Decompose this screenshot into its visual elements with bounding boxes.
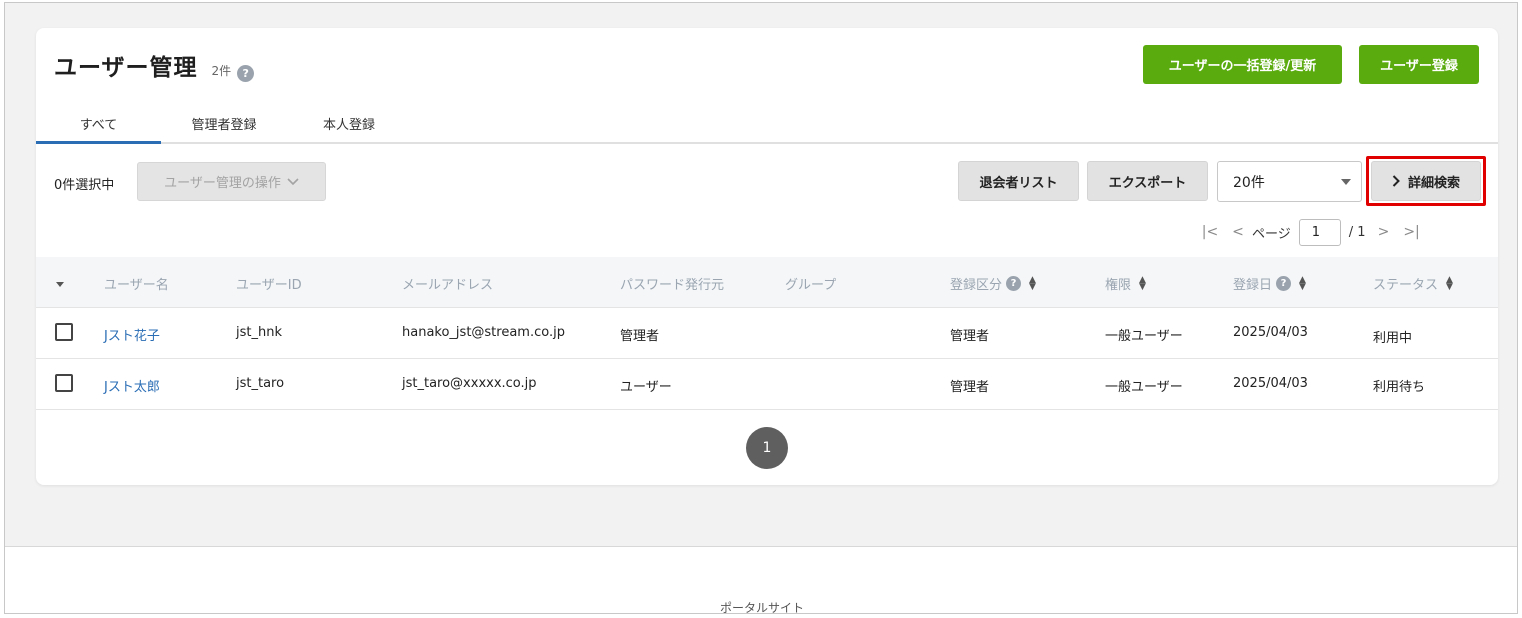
col-email: メールアドレス <box>402 278 494 293</box>
registered-date-cell: 2025/04/03 <box>1233 376 1308 391</box>
table-row: Jスト花子 jst_hnk hanako_jst@stream.co.jp 管理… <box>36 308 1498 359</box>
bulk-register-button[interactable]: ユーザーの一括登録/更新 <box>1143 45 1342 84</box>
first-page-icon[interactable]: |< <box>1196 224 1224 240</box>
status-cell: 利用待ち <box>1373 380 1426 395</box>
registration-type-cell: 管理者 <box>950 329 990 344</box>
row-checkbox[interactable] <box>55 323 73 341</box>
prev-page-icon[interactable]: < <box>1224 224 1252 240</box>
col-password-issuer: パスワード発行元 <box>620 278 725 293</box>
page-size-value: 20件 <box>1233 174 1265 191</box>
page-size-select[interactable]: 20件 <box>1217 161 1362 202</box>
col-permission[interactable]: 権限 ▲ ▼ <box>1105 274 1146 293</box>
col-group: グループ <box>785 278 837 293</box>
caret-down-icon <box>1341 179 1351 185</box>
top-pager: |< < ページ / 1 > >| <box>1196 218 1426 246</box>
operations-label: ユーザー管理の操作 <box>164 176 281 191</box>
user-count: 2件 <box>211 64 232 78</box>
select-all-dropdown-icon[interactable] <box>56 282 64 287</box>
page-title: ユーザー管理 <box>54 55 198 81</box>
page-number-input[interactable] <box>1298 218 1341 246</box>
col-registration-type[interactable]: 登録区分 ? ▲ ▼ <box>950 274 1036 293</box>
chevron-down-icon <box>287 177 299 185</box>
tab-admin-registration[interactable]: 管理者登録 <box>174 114 274 144</box>
registered-date-cell: 2025/04/03 <box>1233 325 1308 340</box>
col-registration-type-label: 登録区分 <box>950 278 1003 293</box>
registration-type-cell: 管理者 <box>950 380 990 395</box>
sort-icon[interactable]: ▲ ▼ <box>1446 275 1453 291</box>
password-issuer-cell: 管理者 <box>620 329 660 344</box>
sort-icon[interactable]: ▲ ▼ <box>1029 275 1036 291</box>
app-window: ユーザー管理 2件 ? ユーザーの一括登録/更新 ユーザー登録 すべて 管理者登… <box>4 2 1518 614</box>
col-permission-label: 権限 <box>1105 278 1132 293</box>
toolbar: 0件選択中 ユーザー管理の操作 退会者リスト エクスポート 20件 詳細検索 <box>36 156 1498 206</box>
total-pages: / 1 <box>1348 224 1366 240</box>
col-status[interactable]: ステータス ▲ ▼ <box>1373 274 1453 293</box>
col-registered-date[interactable]: 登録日 ? ▲ ▼ <box>1233 274 1306 293</box>
chevron-right-icon <box>1392 175 1400 187</box>
tab-all[interactable]: すべて <box>36 114 161 144</box>
table-header: ユーザー名 ユーザーID メールアドレス パスワード発行元 グループ 登録区分 … <box>36 257 1498 308</box>
last-page-icon[interactable]: >| <box>1398 224 1426 240</box>
user-id-cell: jst_hnk <box>236 325 282 340</box>
detail-search-label: 詳細検索 <box>1407 175 1460 191</box>
permission-cell: 一般ユーザー <box>1105 329 1183 344</box>
username-link[interactable]: Jスト花子 <box>104 325 160 344</box>
row-checkbox[interactable] <box>55 374 73 392</box>
help-icon[interactable]: ? <box>1006 276 1022 291</box>
page-button[interactable]: 1 <box>746 427 788 469</box>
withdrawn-list-button[interactable]: 退会者リスト <box>958 161 1079 201</box>
tab-self-registration[interactable]: 本人登録 <box>304 114 394 144</box>
permission-cell: 一般ユーザー <box>1105 380 1183 395</box>
title-row: ユーザー管理 2件 ? <box>54 48 255 82</box>
sort-icon[interactable]: ▲ ▼ <box>1299 275 1306 291</box>
page-label: ページ <box>1252 226 1291 242</box>
help-icon[interactable]: ? <box>1276 276 1292 291</box>
operations-dropdown[interactable]: ユーザー管理の操作 <box>137 162 326 201</box>
register-user-button[interactable]: ユーザー登録 <box>1359 45 1479 84</box>
sort-icon[interactable]: ▲ ▼ <box>1139 275 1146 291</box>
detail-search-button[interactable]: 詳細検索 <box>1371 161 1481 201</box>
table-row: Jスト太郎 jst_taro jst_taro@xxxxx.co.jp ユーザー… <box>36 359 1498 410</box>
col-status-label: ステータス <box>1373 278 1439 293</box>
help-icon[interactable]: ? <box>237 65 255 82</box>
export-button[interactable]: エクスポート <box>1087 161 1208 201</box>
col-registered-date-label: 登録日 <box>1233 278 1273 293</box>
username-link[interactable]: Jスト太郎 <box>104 376 160 395</box>
selected-count: 0件選択中 <box>54 178 115 193</box>
user-id-cell: jst_taro <box>236 376 285 391</box>
user-management-card: ユーザー管理 2件 ? ユーザーの一括登録/更新 ユーザー登録 すべて 管理者登… <box>36 28 1498 485</box>
email-cell: hanako_jst@stream.co.jp <box>402 325 565 340</box>
footer: ポータルサイト <box>5 546 1517 613</box>
portal-site-link[interactable]: ポータルサイト <box>5 599 1517 613</box>
col-user-id: ユーザーID <box>236 278 302 293</box>
password-issuer-cell: ユーザー <box>620 380 672 395</box>
next-page-icon[interactable]: > <box>1370 224 1398 240</box>
col-username: ユーザー名 <box>104 278 169 293</box>
email-cell: jst_taro@xxxxx.co.jp <box>402 376 537 391</box>
status-cell: 利用中 <box>1373 331 1413 346</box>
tab-bar: すべて 管理者登録 本人登録 <box>36 104 1498 144</box>
